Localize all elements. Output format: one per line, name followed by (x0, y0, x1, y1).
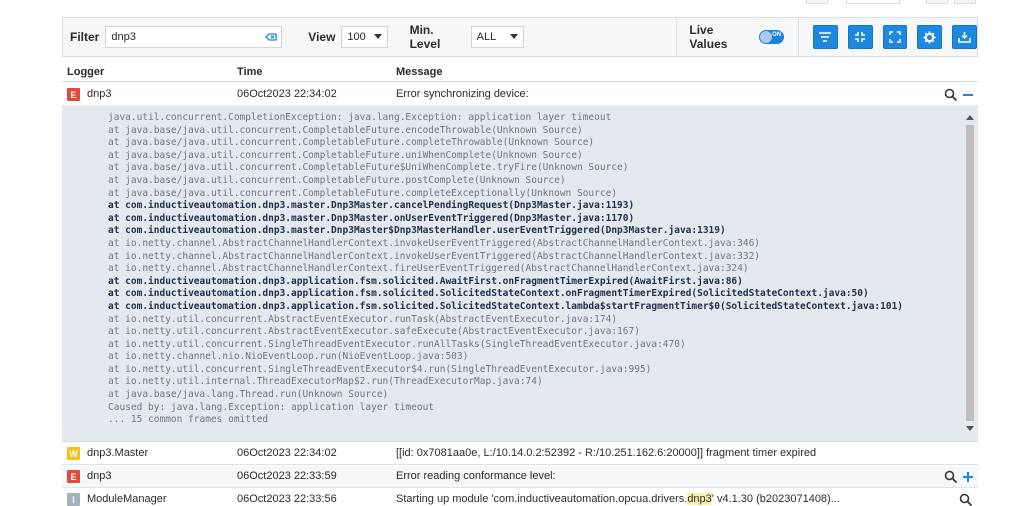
level-badge: W (67, 447, 80, 460)
stack-trace-line: at io.netty.util.concurrent.AbstractEven… (108, 326, 640, 338)
table-row[interactable]: E dnp3 06Oct2023 22:33:59 Error reading … (62, 466, 978, 488)
expand-button[interactable] (882, 25, 908, 49)
download-button[interactable] (952, 25, 977, 49)
message-cell: Error synchronizing device: (396, 88, 529, 100)
stack-trace-line: at io.netty.util.concurrent.SingleThread… (108, 338, 686, 350)
time-cell: 06Oct2023 22:34:02 (237, 88, 337, 100)
filter-match-highlight: dnp3 (687, 493, 712, 505)
stack-trace-line: java.util.concurrent.CompletionException… (108, 112, 612, 123)
stack-trace-line: at java.base/java.util.concurrent.Comple… (108, 149, 583, 161)
view-label: View (308, 30, 336, 44)
minus-icon[interactable] (961, 88, 975, 102)
stack-trace-line: at com.inductiveautomation.dnp3.master.D… (108, 225, 726, 237)
min-level-label: Min. Level (409, 23, 441, 51)
filter-button[interactable] (813, 25, 838, 49)
message-text: Starting up module 'com.inductiveautomat… (396, 493, 688, 505)
message-cell: [[id: 0x7081aa0e, L:/10.14.0.2:52392 - R… (396, 447, 817, 459)
settings-button[interactable] (917, 25, 943, 49)
table-row[interactable]: E dnp3 06Oct2023 22:34:02 Error synchron… (62, 84, 978, 106)
level-badge: I (67, 493, 80, 506)
scroll-down-icon[interactable] (966, 426, 974, 432)
stack-trace-line: at io.netty.util.concurrent.AbstractEven… (108, 313, 618, 325)
stack-trace-line: at com.inductiveautomation.dnp3.master.D… (108, 212, 635, 224)
stack-trace-line: at java.base/java.util.concurrent.Comple… (108, 187, 618, 199)
stack-trace-line: at com.inductiveautomation.dnp3.applicat… (108, 300, 904, 312)
scrollbar[interactable] (965, 111, 975, 435)
filter-icon (819, 32, 832, 42)
top-partial-input[interactable] (846, 0, 900, 4)
stack-trace-panel: java.util.concurrent.CompletionException… (62, 105, 978, 442)
stack-trace-line: at io.netty.channel.AbstractChannelHandl… (108, 263, 749, 275)
stack-trace-line: at java.base/java.util.concurrent.Comple… (108, 174, 566, 186)
stack-trace-line: at io.netty.channel.AbstractChannelHandl… (108, 237, 761, 249)
filter-input[interactable] (111, 31, 262, 43)
message-text: ' v4.1.30 (b2023071408)... (711, 493, 840, 505)
logger-cell: dnp3.Master (87, 447, 149, 459)
logger-cell: dnp3 (87, 470, 112, 482)
stack-trace-line: at com.inductiveautomation.dnp3.applicat… (108, 275, 743, 287)
message-cell: Starting up module 'com.inductiveautomat… (396, 493, 840, 505)
search-icon[interactable] (959, 493, 973, 506)
view-select-value: 100 (347, 31, 366, 43)
toggle-knob (760, 31, 773, 43)
stack-trace-line: at io.netty.channel.nio.NioEventLoop.run… (108, 351, 469, 363)
log-table-header: Logger Time Message (62, 63, 978, 82)
download-icon (958, 32, 971, 43)
min-level-select[interactable]: ALL (470, 26, 525, 48)
stack-trace-line: at com.inductiveautomation.dnp3.applicat… (108, 288, 869, 300)
gear-icon (923, 31, 936, 43)
live-values-toggle[interactable]: ON (759, 30, 785, 44)
stack-trace-line: at com.inductiveautomation.dnp3.master.D… (108, 200, 635, 212)
logger-cell: ModuleManager (87, 493, 167, 505)
time-cell: 06Oct2023 22:33:56 (237, 493, 337, 505)
toolbar-separator (676, 17, 678, 57)
stack-trace-line: Caused by: java.lang.Exception: applicat… (108, 401, 435, 413)
time-cell: 06Oct2023 22:34:02 (237, 447, 337, 459)
view-select[interactable]: 100 (341, 26, 388, 48)
stack-trace-line: at java.base/java.lang.Thread.run(Unknow… (108, 389, 389, 401)
top-partial-button[interactable] (954, 0, 976, 4)
stack-trace-text: java.util.concurrent.CompletionException… (108, 112, 903, 427)
chevron-down-icon (373, 34, 382, 39)
scrollbar-thumb[interactable] (966, 125, 974, 421)
toggle-state-text: ON (772, 32, 782, 38)
filter-field[interactable] (105, 26, 283, 48)
expand-icon (889, 31, 901, 43)
table-row[interactable]: I ModuleManager 06Oct2023 22:33:56 Start… (62, 489, 978, 506)
column-header-message[interactable]: Message (396, 66, 442, 78)
search-icon[interactable] (944, 88, 958, 102)
plus-icon[interactable] (961, 470, 975, 484)
top-partial-control[interactable] (806, 0, 828, 4)
clear-filter-icon[interactable] (265, 31, 277, 43)
stack-trace-line: at java.base/java.util.concurrent.Comple… (108, 162, 629, 174)
column-header-time[interactable]: Time (237, 66, 262, 78)
stack-trace-line: at io.netty.util.concurrent.SingleThread… (108, 363, 652, 375)
level-badge: E (67, 88, 80, 101)
column-header-logger[interactable]: Logger (67, 66, 104, 78)
collapse-button[interactable] (847, 25, 873, 49)
log-toolbar: Filter View 100 Min. Level ALL Live Valu… (62, 17, 978, 57)
top-partial-button[interactable] (926, 0, 948, 4)
stack-trace-line: at io.netty.channel.AbstractChannelHandl… (108, 250, 761, 262)
stack-trace-line: at java.base/java.util.concurrent.Comple… (108, 137, 595, 149)
collapse-icon (855, 32, 866, 42)
stack-trace-line: at io.netty.util.internal.ThreadExecutor… (108, 376, 543, 388)
level-badge: E (67, 470, 80, 483)
filter-label: Filter (70, 30, 100, 44)
logger-cell: dnp3 (87, 88, 112, 100)
stack-trace-line: ... 15 common frames omitted (108, 414, 269, 426)
stack-trace-line: at java.base/java.util.concurrent.Comple… (108, 124, 583, 136)
live-values-label: Live Values (689, 23, 728, 51)
table-row[interactable]: W dnp3.Master 06Oct2023 22:34:02 [[id: 0… (62, 443, 978, 465)
message-cell: Error reading conformance level: (396, 470, 556, 482)
min-level-select-value: ALL (476, 31, 497, 43)
toolbar-separator (798, 17, 800, 57)
scroll-up-icon[interactable] (966, 114, 974, 120)
time-cell: 06Oct2023 22:33:59 (237, 470, 337, 482)
chevron-down-icon (510, 34, 519, 39)
search-icon[interactable] (944, 470, 958, 484)
